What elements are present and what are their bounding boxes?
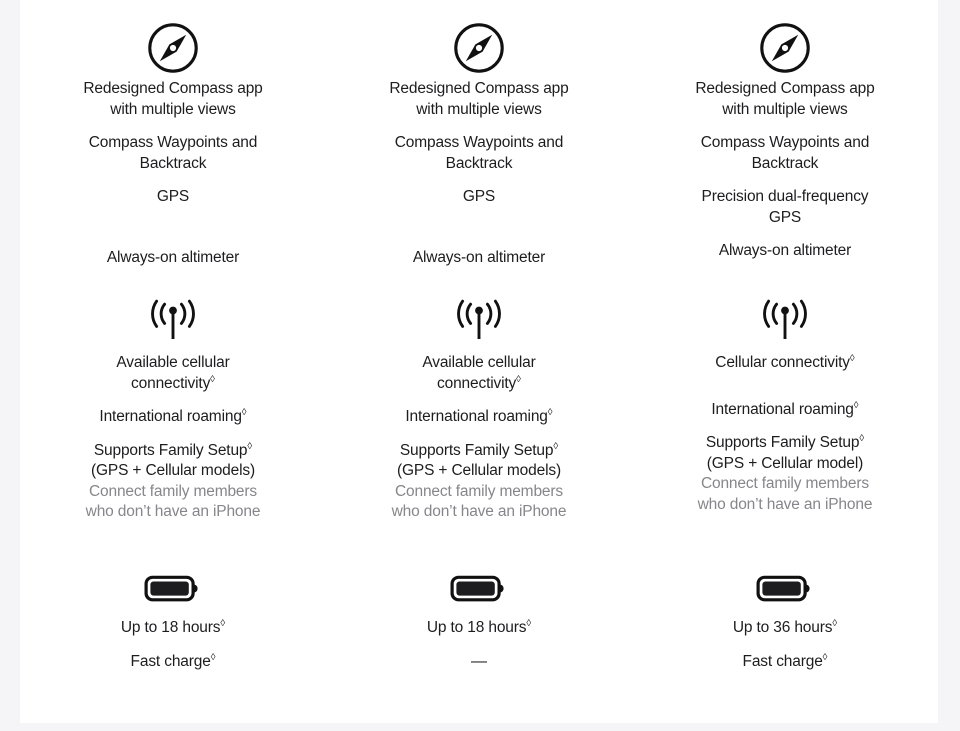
feature-line: connectivity◊ <box>437 373 521 392</box>
feature-line: Compass Waypoints and <box>88 134 258 151</box>
cellular-icon <box>145 291 201 353</box>
spec-card: Redesigned Compass app with multiple view… <box>20 0 938 723</box>
feature-line: International roaming◊ <box>99 406 247 425</box>
feature-line: Redesigned Compass app <box>83 80 263 97</box>
feature-line: Compass Waypoints and <box>700 134 870 151</box>
feature-line-list: Up to 18 hours◊ Fast charge◊ <box>20 618 326 672</box>
feature-line-list: Available cellular connectivity◊ Internati… <box>20 353 326 523</box>
feature-line: Always-on altimeter <box>718 242 852 259</box>
feature-line: — <box>471 652 487 670</box>
feature-line-list: Available cellular connectivity◊ Internati… <box>326 353 632 523</box>
feature-line: Redesigned Compass app <box>389 80 569 97</box>
feature-line: who don’t have an iPhone <box>697 495 873 513</box>
battery-icon <box>450 556 508 618</box>
feature-group-battery: Up to 36 hours◊ Fast charge◊ <box>632 545 938 723</box>
feature-line: Compass Waypoints and <box>394 134 564 151</box>
feature-line: Available cellular <box>116 354 230 371</box>
footnote-marker: ◊ <box>822 651 828 663</box>
feature-line: (GPS + Cellular models) <box>396 462 561 479</box>
feature-line: GPS <box>768 208 802 226</box>
feature-line: Connect family members <box>700 475 869 492</box>
footnote-marker: ◊ <box>853 399 859 411</box>
footnote-marker: ◊ <box>547 406 553 418</box>
footnote-marker: ◊ <box>247 440 253 452</box>
feature-line: with multiple views <box>110 100 236 118</box>
feature-line: with multiple views <box>416 100 542 118</box>
feature-group-compass: Redesigned Compass app with multiple view… <box>20 0 326 283</box>
feature-line: Supports Family Setup◊ <box>705 432 865 451</box>
feature-line: Up to 18 hours◊ <box>120 617 226 636</box>
feature-line-list: Up to 36 hours◊ Fast charge◊ <box>632 618 938 672</box>
feature-group-compass: Redesigned Compass app with multiple view… <box>632 0 938 283</box>
feature-line: Redesigned Compass app <box>695 80 875 97</box>
feature-line-list: Redesigned Compass app with multiple view… <box>20 79 326 268</box>
feature-line: Always-on altimeter <box>106 248 240 266</box>
footnote-marker: ◊ <box>220 617 226 629</box>
feature-line: Backtrack <box>139 154 207 172</box>
feature-line: GPS <box>462 188 496 205</box>
compass-icon <box>146 17 200 79</box>
feature-line-list: Redesigned Compass app with multiple view… <box>632 79 938 262</box>
feature-line-list: Redesigned Compass app with multiple view… <box>326 79 632 268</box>
feature-group-battery: Up to 18 hours◊ — <box>326 545 632 723</box>
battery-icon <box>756 556 814 618</box>
feature-line: Supports Family Setup◊ <box>93 440 253 459</box>
compass-icon <box>452 17 506 79</box>
feature-line: Available cellular <box>422 354 536 371</box>
feature-line: who don’t have an iPhone <box>85 503 261 520</box>
spec-column: Redesigned Compass app with multiple view… <box>326 0 632 723</box>
feature-line: Precision dual-frequency <box>701 188 869 205</box>
feature-line: (GPS + Cellular models) <box>91 462 255 479</box>
feature-line: International roaming◊ <box>405 406 553 425</box>
footnote-marker: ◊ <box>210 373 215 385</box>
feature-line: who don’t have an iPhone <box>391 503 567 520</box>
feature-line: connectivity◊ <box>131 373 215 392</box>
feature-line: Up to 18 hours◊ <box>426 617 532 636</box>
feature-line: Supports Family Setup◊ <box>399 440 559 459</box>
feature-line: (GPS + Cellular model) <box>706 454 864 472</box>
feature-line: Connect family members <box>394 482 563 500</box>
spec-column: Redesigned Compass app with multiple view… <box>632 0 938 723</box>
footnote-marker: ◊ <box>859 432 865 444</box>
footnote-marker: ◊ <box>516 373 521 385</box>
compass-icon <box>758 17 812 79</box>
feature-group-cellular: Cellular connectivity◊ International roam… <box>632 283 938 545</box>
feature-group-cellular: Available cellular connectivity◊ Internati… <box>326 283 632 545</box>
battery-icon <box>144 556 202 618</box>
cellular-icon <box>451 291 507 353</box>
feature-line: GPS <box>156 188 190 205</box>
spec-column: Redesigned Compass app with multiple view… <box>20 0 326 723</box>
footnote-marker: ◊ <box>849 352 855 364</box>
feature-line: Backtrack <box>445 154 513 172</box>
footnote-marker: ◊ <box>832 617 838 629</box>
feature-line: Up to 36 hours◊ <box>732 617 838 636</box>
spec-comparison-page: Redesigned Compass app with multiple view… <box>0 0 960 731</box>
spec-column-grid: Redesigned Compass app with multiple view… <box>20 0 938 723</box>
feature-group-battery: Up to 18 hours◊ Fast charge◊ <box>20 545 326 723</box>
feature-group-cellular: Available cellular connectivity◊ Internati… <box>20 283 326 545</box>
feature-line: Connect family members <box>88 482 257 500</box>
feature-group-compass: Redesigned Compass app with multiple view… <box>326 0 632 283</box>
footnote-marker: ◊ <box>241 406 247 418</box>
feature-line: International roaming◊ <box>711 399 859 418</box>
feature-line: Backtrack <box>751 154 819 172</box>
cellular-icon <box>757 291 813 353</box>
feature-line: Fast charge◊ <box>742 651 828 670</box>
feature-line: Cellular connectivity◊ <box>715 352 855 371</box>
feature-line-list: Up to 18 hours◊ — <box>326 618 632 672</box>
feature-line: Always-on altimeter <box>412 248 546 266</box>
footnote-marker: ◊ <box>526 617 532 629</box>
feature-line-list: Cellular connectivity◊ International roam… <box>632 353 938 515</box>
footnote-marker: ◊ <box>553 440 559 452</box>
feature-line: with multiple views <box>722 100 848 118</box>
feature-line: Fast charge◊ <box>130 651 216 670</box>
footnote-marker: ◊ <box>210 651 216 663</box>
